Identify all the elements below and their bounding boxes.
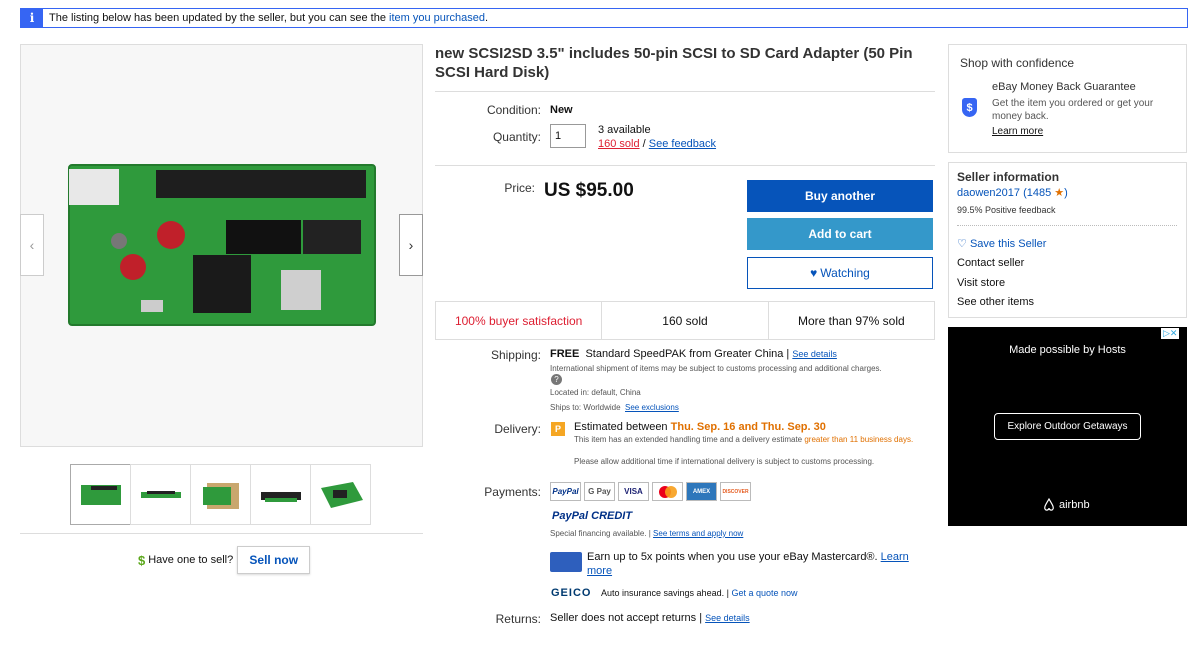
add-to-cart-button[interactable]: Add to cart	[747, 218, 933, 250]
item-title: new SCSI2SD 3.5" includes 50-pin SCSI to…	[435, 45, 913, 81]
shipping-label: Shipping:	[490, 348, 541, 362]
delivery-label: Delivery:	[494, 422, 541, 436]
next-image-arrow[interactable]: ›	[399, 214, 423, 276]
money-back-desc: Get the item you ordered or get your mon…	[992, 98, 1154, 122]
quantity-input[interactable]: 1	[550, 124, 586, 148]
quantity-label: Quantity:	[492, 130, 541, 144]
see-feedback-link[interactable]: See feedback	[649, 138, 716, 150]
geico-logo: GEICO	[551, 587, 592, 599]
watching-button[interactable]: ♥ Watching	[747, 257, 933, 289]
ebay-mastercard-icon	[550, 552, 582, 572]
payments-label: Payments:	[484, 485, 541, 499]
customs-note: Please allow additional time if internat…	[574, 457, 875, 466]
price-value: US $95.00	[544, 180, 634, 201]
shipping-note: International shipment of items may be s…	[550, 364, 882, 373]
thumbnail-5[interactable]	[310, 464, 371, 525]
available-count: 3 available	[598, 124, 651, 136]
positive-feedback: 99.5% Positive feedback	[957, 205, 1056, 215]
buyer-satisfaction: 100% buyer satisfaction	[436, 302, 603, 339]
main-product-image[interactable]	[20, 44, 423, 447]
sell-prompt: $ Have one to sell? Sell now	[138, 546, 311, 574]
special-financing: Special financing available. | See terms…	[550, 529, 744, 538]
stats-bar: 100% buyer satisfaction 160 sold More th…	[435, 301, 935, 340]
geico-quote-link[interactable]: Get a quote now	[731, 588, 797, 598]
save-seller-row[interactable]: ♡ Save this Seller	[957, 237, 1046, 250]
sold-count-link[interactable]: 160 sold	[598, 138, 640, 150]
price-label: Price:	[504, 181, 535, 195]
notice-text: The listing below has been updated by th…	[49, 12, 489, 24]
shipping-method: FREE Standard SpeedPAK from Greater Chin…	[550, 348, 837, 360]
returns-details-link[interactable]: See details	[705, 613, 750, 623]
amex-icon: AMEX	[686, 482, 717, 501]
divider	[435, 165, 935, 166]
thumbnail-strip	[70, 464, 371, 525]
located-in: Located in: default, China	[550, 388, 641, 397]
confidence-title: Shop with confidence	[960, 56, 1075, 70]
geico-offer: Auto insurance savings ahead. | Get a qu…	[601, 588, 798, 598]
sold-feedback-row: 160 sold / See feedback	[598, 138, 717, 150]
info-icon: i	[21, 9, 43, 27]
seller-info-title: Seller information	[957, 170, 1060, 184]
paypal-icon: PayPal	[550, 482, 581, 501]
mastercard-icon	[652, 482, 683, 501]
thumbnail-1[interactable]	[70, 464, 131, 525]
notice-bar: i The listing below has been updated by …	[20, 8, 1188, 28]
help-icon[interactable]: ?	[551, 374, 562, 385]
speedpak-badge: P	[551, 422, 565, 436]
visa-icon: VISA	[618, 482, 649, 501]
heart-icon: ♥	[810, 266, 818, 280]
buy-another-button[interactable]: Buy another	[747, 180, 933, 212]
item-purchased-link[interactable]: item you purchased	[389, 12, 485, 24]
see-other-items-link[interactable]: See other items	[957, 296, 1034, 308]
handling-note: This item has an extended handling time …	[574, 435, 914, 444]
divider	[20, 533, 423, 534]
seller-name-link[interactable]: daowen2017	[957, 187, 1020, 199]
feedback-score-link[interactable]: 1485	[1027, 187, 1051, 199]
scsi2sd-board-image	[21, 45, 422, 446]
returns-policy: Seller does not accept returns | See det…	[550, 612, 750, 624]
star-icon: ★	[1054, 187, 1065, 199]
thumbnail-2[interactable]	[130, 464, 191, 525]
mastercard-offer: Earn up to 5x points when you use your e…	[587, 551, 909, 577]
divider	[435, 91, 935, 92]
prev-image-arrow[interactable]: ‹	[20, 214, 44, 276]
discover-icon: DISCOVER	[720, 482, 751, 501]
airbnb-logo: airbnb	[1042, 498, 1090, 512]
condition-label: Condition:	[486, 103, 541, 117]
shield-icon: $	[962, 98, 977, 117]
delivery-dates: Thu. Sep. 16 and Thu. Sep. 30	[670, 421, 826, 433]
paypal-credit-logo: PayPal CREDIT	[552, 510, 633, 522]
guarantee-learn-more-link[interactable]: Learn more	[992, 126, 1043, 137]
seller-name-row: daowen2017 (1485 ★)	[957, 187, 1068, 199]
divider	[957, 225, 1177, 226]
heart-icon: ♡	[957, 238, 967, 250]
explore-getaways-button[interactable]: Explore Outdoor Getaways	[994, 413, 1141, 440]
ships-to: Ships to: Worldwide See exclusions	[550, 403, 679, 412]
see-exclusions-link[interactable]: See exclusions	[625, 403, 679, 412]
returns-label: Returns:	[495, 612, 541, 626]
delivery-estimate: Estimated between Thu. Sep. 16 and Thu. …	[574, 421, 826, 433]
payment-methods: PayPal G Pay VISA AMEX DISCOVER	[550, 482, 754, 501]
shipping-details-link[interactable]: See details	[792, 349, 837, 359]
ad-headline: Made possible by Hosts	[1009, 344, 1126, 356]
percent-sold: More than 97% sold	[797, 313, 905, 328]
thumbnail-4[interactable]	[250, 464, 311, 525]
visit-store-link[interactable]: Visit store	[957, 277, 1005, 289]
google-pay-icon: G Pay	[584, 482, 615, 501]
dollar-icon: $	[138, 552, 146, 568]
save-seller-link[interactable]: Save this Seller	[970, 238, 1046, 250]
watching-label: Watching	[820, 266, 870, 280]
airbnb-icon	[1044, 498, 1054, 511]
sell-now-button[interactable]: Sell now	[237, 546, 311, 574]
sell-prompt-text: Have one to sell?	[148, 554, 234, 566]
see-terms-link[interactable]: See terms and apply now	[653, 529, 743, 538]
thumbnail-3[interactable]	[190, 464, 251, 525]
money-back-title: eBay Money Back Guarantee	[992, 81, 1136, 93]
condition-value: New	[550, 104, 573, 116]
sold-count: 160 sold	[602, 302, 769, 339]
contact-seller-link[interactable]: Contact seller	[957, 257, 1024, 269]
ad-choices-icon[interactable]: ▷✕	[1161, 328, 1180, 339]
